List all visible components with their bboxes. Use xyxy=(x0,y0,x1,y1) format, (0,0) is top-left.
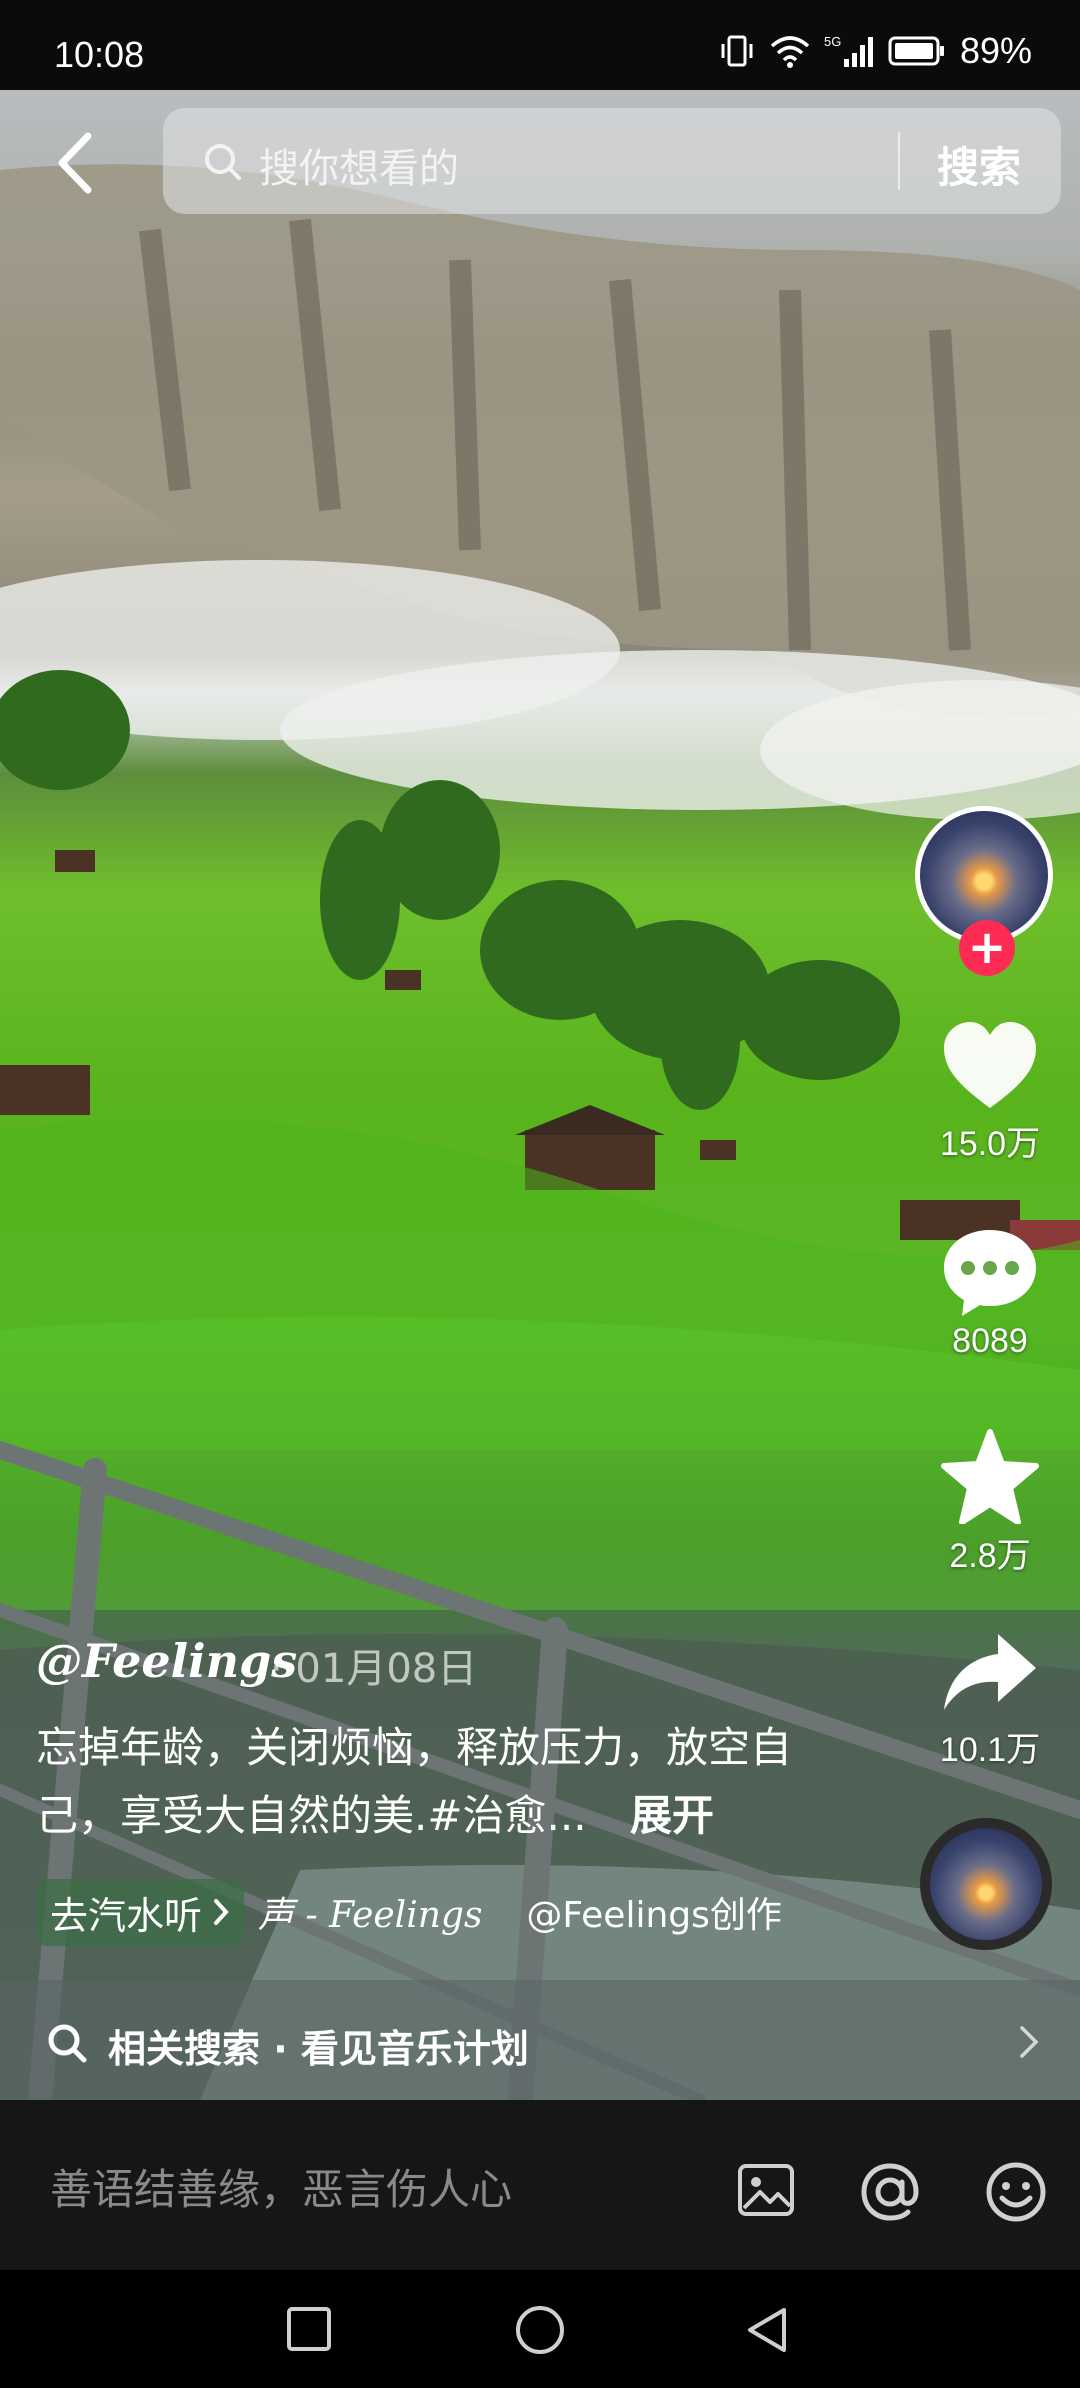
vibrate-icon xyxy=(721,35,753,67)
chevron-right-icon xyxy=(214,1899,229,1925)
music-row: 去汽水听 声 - Feelings @Feelings创作 xyxy=(36,1878,782,1946)
search-icon xyxy=(205,144,241,180)
svg-text:5G: 5G xyxy=(824,34,841,49)
post-date: · 01月08日 xyxy=(270,1646,478,1692)
heart-icon xyxy=(944,1022,1036,1108)
home-icon[interactable] xyxy=(514,2304,566,2356)
status-icons: 5G 89% xyxy=(718,30,1032,72)
favorite-button[interactable]: 2.8万 xyxy=(910,1428,1070,1577)
search-button[interactable]: 搜索 xyxy=(937,134,1021,195)
caption[interactable]: 忘掉年龄，关闭烦恼，释放压力，放空自己，享受大自然的美.#治愈... 展开 xyxy=(36,1714,836,1850)
comment-bar: 善语结善缘，恶言伤人心 xyxy=(0,2100,1080,2270)
recent-apps-icon[interactable] xyxy=(284,2304,334,2354)
author-name[interactable]: @Feelings xyxy=(36,1634,297,1688)
chevron-right-icon xyxy=(1020,2026,1039,2058)
wifi-icon xyxy=(770,36,810,68)
share-icon xyxy=(944,1634,1036,1710)
comment-input[interactable]: 善语结善缘，恶言伤人心 xyxy=(50,2156,512,2217)
comment-icon xyxy=(944,1230,1036,1316)
search-input[interactable]: 搜你想看的 xyxy=(259,136,459,194)
status-time: 10:08 xyxy=(54,34,145,75)
follow-button[interactable]: + xyxy=(959,920,1015,976)
music-creator[interactable]: @Feelings创作 xyxy=(526,1886,781,1938)
music-disc[interactable] xyxy=(920,1818,1052,1950)
listen-label: 去汽水听 xyxy=(50,1893,203,1938)
related-search-bar[interactable]: 相关搜索 · 看见音乐计划 xyxy=(0,1980,1080,2100)
battery-percent: 89% xyxy=(959,30,1032,71)
share-button[interactable]: 10.1万 xyxy=(910,1628,1070,1771)
mention-icon[interactable] xyxy=(858,2160,922,2224)
emoji-icon[interactable] xyxy=(984,2160,1048,2224)
star-icon xyxy=(941,1429,1039,1525)
system-nav-bar xyxy=(0,2270,1080,2388)
comment-count: 8089 xyxy=(952,1322,1028,1360)
battery-icon xyxy=(888,36,944,66)
back-nav-icon[interactable] xyxy=(742,2304,792,2356)
listen-on-qishui-button[interactable]: 去汽水听 xyxy=(36,1878,245,1946)
status-bar: 10:08 5G 89% xyxy=(0,0,1080,90)
music-title[interactable]: 声 - Feelings xyxy=(258,1886,482,1938)
search-icon xyxy=(48,2024,87,2063)
share-count: 10.1万 xyxy=(939,1731,1041,1769)
favorite-count: 2.8万 xyxy=(949,1537,1031,1575)
image-icon[interactable] xyxy=(736,2160,796,2220)
search-divider xyxy=(898,132,900,190)
like-button[interactable]: 15.0万 xyxy=(910,1020,1070,1165)
signal-5g-icon: 5G xyxy=(824,34,873,67)
related-search-text: 相关搜索 · 看见音乐计划 xyxy=(108,2027,529,2071)
expand-button[interactable]: 展开 xyxy=(630,1791,714,1840)
chevron-left-icon xyxy=(58,132,92,194)
comment-button[interactable]: 8089 xyxy=(910,1226,1070,1361)
back-button[interactable] xyxy=(50,128,110,198)
like-count: 15.0万 xyxy=(939,1125,1041,1163)
search-bar[interactable]: 搜你想看的 搜索 xyxy=(163,108,1061,214)
